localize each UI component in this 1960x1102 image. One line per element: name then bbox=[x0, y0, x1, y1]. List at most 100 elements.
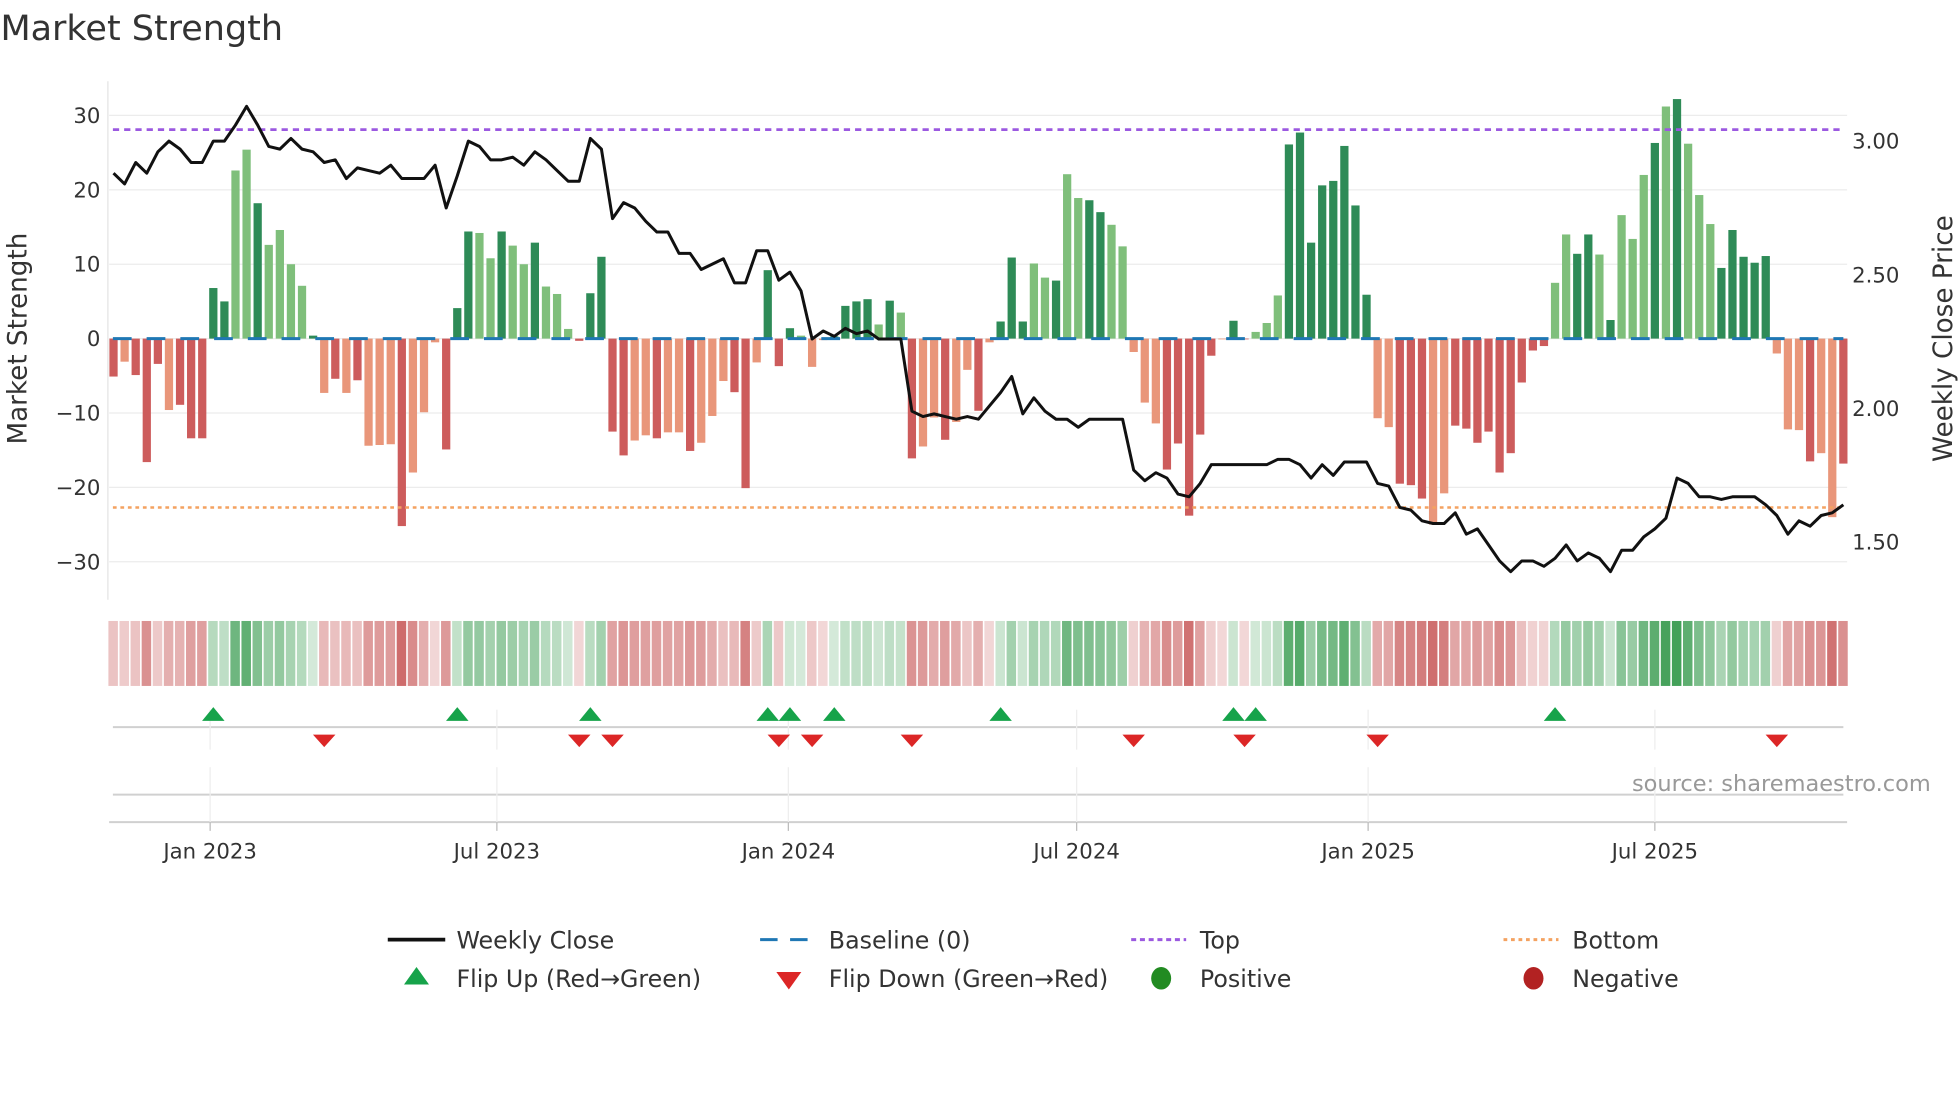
strength-bar bbox=[1839, 338, 1848, 464]
strength-bar bbox=[1562, 234, 1571, 339]
strip-cell bbox=[241, 620, 251, 686]
strength-bar bbox=[1384, 338, 1393, 428]
strip-cell bbox=[1405, 620, 1416, 686]
strip-cell bbox=[1339, 620, 1349, 686]
strength-bar bbox=[730, 338, 739, 393]
y-tick-right: 2.00 bbox=[1852, 397, 1899, 422]
flip-up-marker bbox=[778, 707, 802, 721]
strip-cell bbox=[108, 620, 118, 686]
strip-cell bbox=[1771, 620, 1782, 686]
reference-lines bbox=[112, 128, 1844, 509]
strip-cell bbox=[1294, 620, 1305, 686]
strip-cell bbox=[784, 620, 795, 686]
strength-bar bbox=[1029, 263, 1039, 339]
strip-cell bbox=[1039, 620, 1050, 686]
strip-cell bbox=[1261, 620, 1272, 686]
flip-down-marker bbox=[567, 734, 591, 748]
strength-bar bbox=[1650, 142, 1659, 339]
strength-bar bbox=[1007, 257, 1016, 339]
strip-cell bbox=[685, 620, 695, 686]
strength-bar bbox=[1805, 338, 1815, 462]
strength-bar bbox=[1683, 143, 1693, 339]
strip-cell bbox=[873, 620, 884, 686]
triangle-down-icon bbox=[776, 972, 802, 990]
strip-cell bbox=[1793, 620, 1804, 686]
strength-bar bbox=[497, 231, 506, 339]
strip-cell bbox=[1250, 620, 1261, 686]
x-tick-label: Jan 2023 bbox=[161, 839, 257, 864]
strip-cell bbox=[1028, 620, 1039, 686]
flip-down-marker bbox=[767, 734, 791, 748]
strip-cell bbox=[1050, 620, 1061, 686]
strength-bar bbox=[1573, 253, 1582, 339]
strength-bar bbox=[586, 293, 595, 339]
strip-cell bbox=[563, 620, 573, 686]
strip-cell bbox=[1439, 620, 1449, 686]
legend-label-flip_up: Flip Up (Red→Green) bbox=[456, 965, 701, 993]
strip-cell bbox=[673, 620, 684, 686]
strength-bar bbox=[1750, 262, 1759, 339]
strip-cell bbox=[507, 620, 518, 686]
source-credit: source: sharemaestro.com bbox=[1632, 771, 1931, 797]
strip-cell bbox=[795, 620, 806, 686]
strip-cell bbox=[1206, 620, 1216, 686]
strip-cell bbox=[962, 620, 972, 686]
strength-bar bbox=[342, 338, 351, 393]
strip-cell bbox=[1516, 620, 1527, 686]
strength-bar bbox=[1506, 338, 1515, 454]
strip-cell bbox=[951, 620, 961, 686]
strip-cell bbox=[1117, 620, 1127, 686]
strength-heat-strip bbox=[108, 620, 1848, 686]
strip-cell bbox=[1760, 620, 1771, 686]
strength-bar bbox=[1484, 338, 1493, 432]
strength-bar bbox=[187, 338, 196, 439]
strength-bar bbox=[1661, 106, 1671, 339]
strength-bar bbox=[541, 286, 551, 339]
strength-bar bbox=[963, 338, 972, 370]
strip-cell bbox=[1627, 620, 1638, 686]
strength-bar bbox=[1362, 294, 1371, 339]
strength-bar bbox=[209, 288, 218, 339]
strength-bar bbox=[663, 338, 673, 433]
strip-cell bbox=[1527, 620, 1538, 686]
strength-bar bbox=[608, 338, 617, 432]
strip-cell bbox=[319, 620, 329, 686]
strength-bar bbox=[719, 338, 728, 382]
strength-bar bbox=[807, 338, 817, 367]
strength-bar bbox=[597, 256, 606, 339]
strip-cell bbox=[496, 620, 506, 686]
strip-cell bbox=[429, 620, 440, 686]
strength-bar bbox=[785, 328, 795, 339]
strip-cell bbox=[995, 620, 1005, 686]
triangle-up-icon bbox=[404, 967, 429, 985]
strip-cell bbox=[1073, 620, 1083, 686]
legend-label-flip_down: Flip Down (Green→Red) bbox=[829, 965, 1108, 993]
strip-cell bbox=[1472, 620, 1482, 686]
strength-bar bbox=[1628, 238, 1637, 339]
strip-cell bbox=[806, 620, 817, 686]
strength-bar bbox=[1262, 322, 1271, 339]
strip-cell bbox=[141, 620, 152, 686]
strength-bar bbox=[1185, 338, 1194, 516]
strength-bar bbox=[220, 301, 229, 339]
strip-cell bbox=[1682, 620, 1693, 686]
strip-cell bbox=[1328, 620, 1338, 686]
strength-bar bbox=[1606, 320, 1615, 339]
strength-bar bbox=[508, 245, 517, 339]
strip-cell bbox=[1782, 620, 1793, 686]
strip-cell bbox=[197, 620, 207, 686]
strength-bar bbox=[1828, 338, 1837, 518]
strip-cell bbox=[585, 620, 595, 686]
flip-down-marker bbox=[1765, 734, 1789, 748]
strip-cell bbox=[1705, 620, 1715, 686]
circle-icon bbox=[1523, 967, 1544, 990]
y-tick-left: −20 bbox=[56, 476, 101, 501]
strength-bar bbox=[1717, 267, 1726, 339]
strength-bar bbox=[231, 170, 240, 339]
strip-cell bbox=[928, 620, 939, 686]
flip-up-marker bbox=[202, 707, 225, 721]
strength-bar bbox=[1495, 338, 1504, 473]
strength-bar bbox=[1162, 338, 1172, 470]
strip-cell bbox=[1461, 620, 1471, 686]
strength-bar bbox=[1517, 338, 1526, 383]
